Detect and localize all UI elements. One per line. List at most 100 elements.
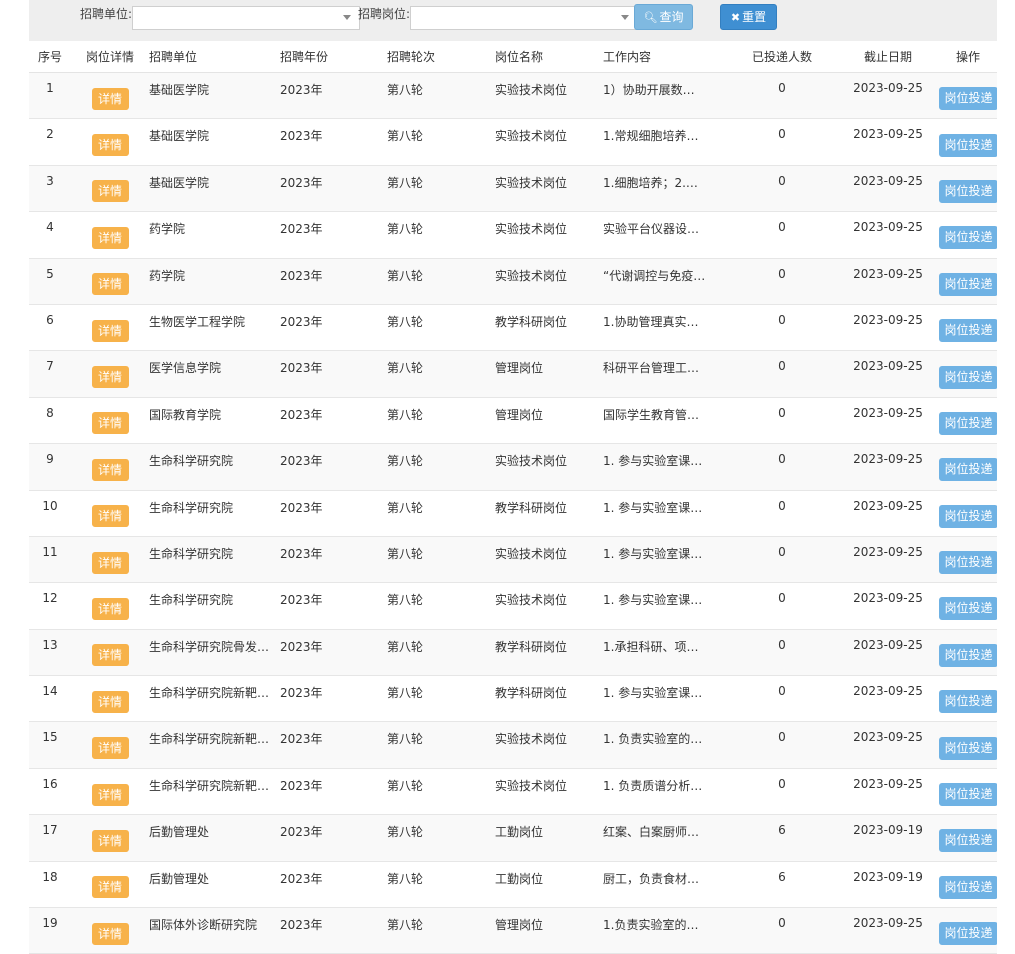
apply-button[interactable]: 岗位投递	[939, 504, 997, 528]
row-content: 1.细胞培养；2.…	[603, 165, 727, 213]
apply-button[interactable]: 岗位投递	[939, 179, 997, 203]
row-count: 0	[727, 397, 837, 445]
apply-button[interactable]: 岗位投递	[939, 875, 997, 899]
row-count: 0	[727, 582, 837, 630]
row-no: 5	[29, 258, 71, 305]
table-header: 序号 岗位详情 招聘单位 招聘年份 招聘轮次 岗位名称 工作内容 已投递人数 截…	[29, 41, 997, 73]
row-deadline: 2023-09-25	[837, 536, 939, 584]
row-round: 第八轮	[387, 397, 495, 445]
detail-button[interactable]: 详情	[91, 505, 129, 528]
detail-button[interactable]: 详情	[91, 922, 129, 945]
apply-button[interactable]: 岗位投递	[939, 365, 997, 389]
row-count: 0	[727, 118, 837, 166]
row-deadline: 2023-09-25	[837, 350, 939, 398]
close-icon: ✖	[730, 11, 741, 24]
detail-button[interactable]: 详情	[91, 319, 129, 342]
header-unit: 招聘单位	[149, 41, 280, 73]
row-round: 第八轮	[387, 211, 495, 259]
apply-button[interactable]: 岗位投递	[939, 643, 997, 667]
row-unit: 生命科学研究院新靶…	[149, 675, 280, 723]
row-unit: 基础医学院	[149, 118, 280, 166]
row-no: 11	[29, 536, 71, 584]
row-count: 0	[727, 629, 837, 677]
unit-select[interactable]	[132, 6, 360, 30]
row-no: 19	[29, 907, 71, 954]
detail-button[interactable]: 详情	[91, 458, 129, 481]
detail-button[interactable]: 详情	[91, 226, 129, 249]
row-deadline: 2023-09-25	[837, 211, 939, 259]
row-deadline: 2023-09-25	[837, 165, 939, 213]
apply-button[interactable]: 岗位投递	[939, 783, 997, 807]
apply-button[interactable]: 岗位投递	[939, 829, 997, 853]
apply-button[interactable]: 岗位投递	[939, 690, 997, 714]
row-year: 2023年	[280, 258, 387, 305]
row-round: 第八轮	[387, 490, 495, 537]
row-deadline: 2023-09-25	[837, 675, 939, 723]
apply-button[interactable]: 岗位投递	[939, 736, 997, 760]
reset-button[interactable]: ✖ 重置	[720, 4, 777, 30]
post-select[interactable]	[410, 6, 638, 30]
row-year: 2023年	[280, 768, 387, 816]
detail-button[interactable]: 详情	[91, 180, 129, 203]
row-year: 2023年	[280, 350, 387, 398]
row-deadline: 2023-09-25	[837, 768, 939, 816]
detail-button[interactable]: 详情	[91, 783, 129, 806]
row-content: 1. 参与实验室课…	[603, 582, 727, 630]
header-content: 工作内容	[603, 41, 727, 73]
detail-button[interactable]: 详情	[91, 134, 129, 157]
row-deadline: 2023-09-25	[837, 304, 939, 352]
reset-button-label: 重置	[742, 10, 767, 24]
apply-button[interactable]: 岗位投递	[939, 551, 997, 575]
row-post: 教学科研岗位	[495, 629, 603, 677]
row-post: 实验技术岗位	[495, 258, 603, 305]
row-content: 1. 参与实验室课…	[603, 490, 727, 537]
row-year: 2023年	[280, 118, 387, 166]
row-unit: 药学院	[149, 211, 280, 259]
header-count: 已投递人数	[727, 41, 837, 73]
row-post: 管理岗位	[495, 397, 603, 445]
detail-button[interactable]: 详情	[91, 876, 129, 899]
detail-button[interactable]: 详情	[91, 551, 129, 574]
detail-button[interactable]: 详情	[91, 690, 129, 713]
row-deadline: 2023-09-25	[837, 490, 939, 537]
apply-button[interactable]: 岗位投递	[939, 272, 997, 296]
search-button[interactable]: 🔍︎ 查询	[634, 4, 693, 30]
apply-button[interactable]: 岗位投递	[939, 597, 997, 621]
detail-button[interactable]: 详情	[91, 87, 129, 110]
row-year: 2023年	[280, 675, 387, 723]
row-year: 2023年	[280, 629, 387, 677]
apply-button[interactable]: 岗位投递	[939, 226, 997, 250]
detail-button[interactable]: 详情	[91, 597, 129, 620]
row-post: 实验技术岗位	[495, 768, 603, 816]
row-content: 1. 参与实验室课…	[603, 536, 727, 584]
row-count: 0	[727, 443, 837, 491]
apply-button[interactable]: 岗位投递	[939, 458, 997, 482]
apply-button[interactable]: 岗位投递	[939, 133, 997, 157]
row-round: 第八轮	[387, 814, 495, 862]
detail-button[interactable]: 详情	[91, 412, 129, 435]
header-no: 序号	[29, 41, 71, 73]
row-unit: 后勤管理处	[149, 861, 280, 909]
row-count: 0	[727, 721, 837, 769]
detail-button[interactable]: 详情	[91, 366, 129, 389]
detail-button[interactable]: 详情	[91, 737, 129, 760]
row-post: 教学科研岗位	[495, 304, 603, 352]
row-count: 0	[727, 768, 837, 816]
header-deadline: 截止日期	[837, 41, 939, 73]
apply-button[interactable]: 岗位投递	[939, 319, 997, 343]
search-icon: 🔍︎	[643, 11, 658, 24]
apply-button[interactable]: 岗位投递	[939, 87, 997, 111]
row-content: 红案、白案厨师…	[603, 814, 727, 862]
row-post: 工勤岗位	[495, 861, 603, 909]
detail-button[interactable]: 详情	[91, 644, 129, 667]
detail-button[interactable]: 详情	[91, 829, 129, 852]
apply-button[interactable]: 岗位投递	[939, 411, 997, 435]
row-unit: 基础医学院	[149, 165, 280, 213]
apply-button[interactable]: 岗位投递	[939, 922, 997, 946]
row-year: 2023年	[280, 536, 387, 584]
detail-button[interactable]: 详情	[91, 273, 129, 296]
row-deadline: 2023-09-19	[837, 861, 939, 909]
table-row: 11 详情 生命科学研究院 2023年 第八轮 实验技术岗位 1. 参与实验室课… 0 2023…	[29, 536, 997, 584]
table-row: 8 详情 国际教育学院 2023年 第八轮 管理岗位 国际学生教育管… 0 2023-09-25…	[29, 397, 997, 445]
row-year: 2023年	[280, 907, 387, 954]
